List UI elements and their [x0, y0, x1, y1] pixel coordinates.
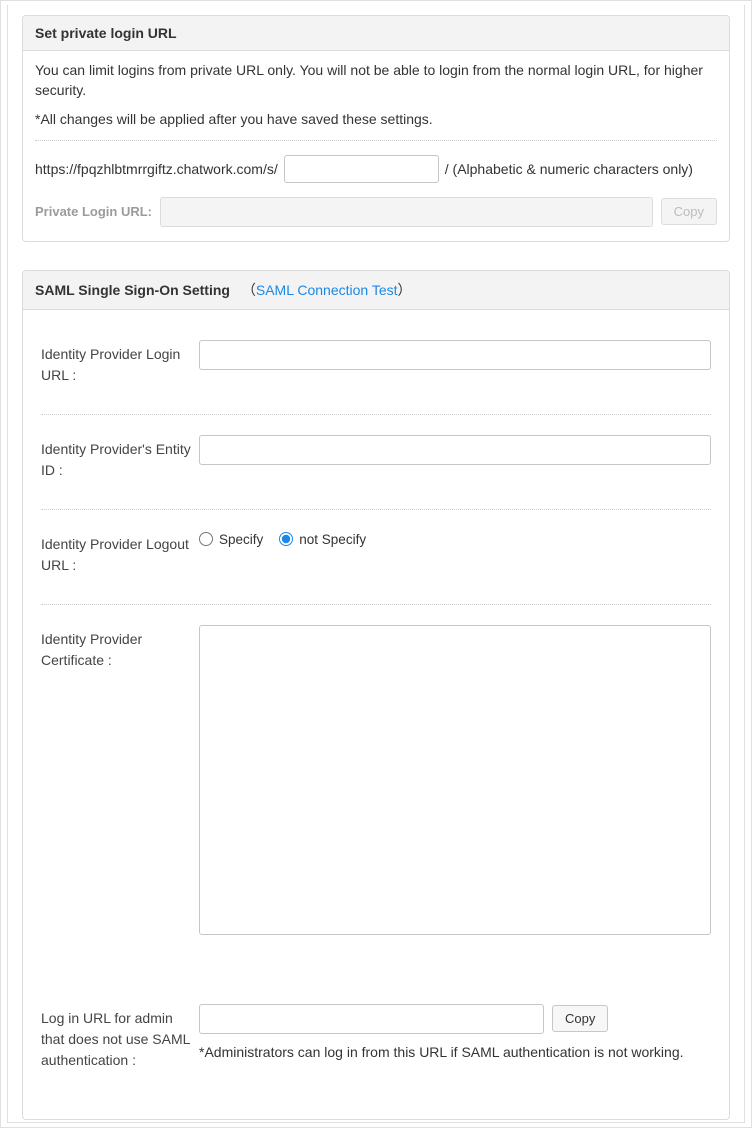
idp-certificate-label: Identity Provider Certificate :	[41, 625, 199, 671]
private-login-url-label: Private Login URL:	[35, 204, 152, 219]
logout-specify-radio[interactable]	[199, 532, 213, 546]
private-login-description: You can limit logins from private URL on…	[35, 61, 717, 100]
logout-not-specify-option[interactable]: not Specify	[279, 532, 366, 547]
private-login-heading: Set private login URL	[23, 16, 729, 51]
idp-logout-url-label: Identity Provider Logout URL :	[41, 530, 199, 576]
private-url-hint: / (Alphabetic & numeric characters only)	[445, 161, 693, 177]
private-login-url-output[interactable]	[160, 197, 653, 227]
admin-login-url-label: Log in URL for admin that does not use S…	[41, 1004, 199, 1071]
private-url-suffix-input[interactable]	[284, 155, 439, 183]
copy-private-url-button[interactable]: Copy	[661, 198, 717, 225]
divider	[35, 140, 717, 141]
saml-link-prefix: （	[242, 282, 256, 298]
admin-login-url-input[interactable]	[199, 1004, 544, 1034]
saml-heading: SAML Single Sign-On Setting （SAML Connec…	[23, 271, 729, 310]
private-url-prefix: https://fpqzhlbtmrrgiftz.chatwork.com/s/	[35, 161, 278, 177]
saml-link-suffix: ）	[398, 282, 412, 298]
private-login-panel: Set private login URL You can limit logi…	[22, 15, 730, 242]
logout-not-specify-radio[interactable]	[279, 532, 293, 546]
private-login-note: *All changes will be applied after you h…	[35, 110, 717, 130]
logout-specify-label: Specify	[219, 532, 263, 547]
saml-panel: SAML Single Sign-On Setting （SAML Connec…	[22, 270, 730, 1120]
idp-login-url-input[interactable]	[199, 340, 711, 370]
copy-admin-url-button[interactable]: Copy	[552, 1005, 608, 1032]
idp-login-url-label: Identity Provider Login URL :	[41, 340, 199, 386]
idp-entity-id-input[interactable]	[199, 435, 711, 465]
admin-login-note: *Administrators can log in from this URL…	[199, 1042, 711, 1063]
logout-not-specify-label: not Specify	[299, 532, 366, 547]
idp-certificate-textarea[interactable]	[199, 625, 711, 935]
saml-heading-title: SAML Single Sign-On Setting	[35, 282, 230, 298]
logout-specify-option[interactable]: Specify	[199, 532, 263, 547]
idp-entity-id-label: Identity Provider's Entity ID :	[41, 435, 199, 481]
saml-connection-test-link[interactable]: SAML Connection Test	[256, 282, 398, 298]
